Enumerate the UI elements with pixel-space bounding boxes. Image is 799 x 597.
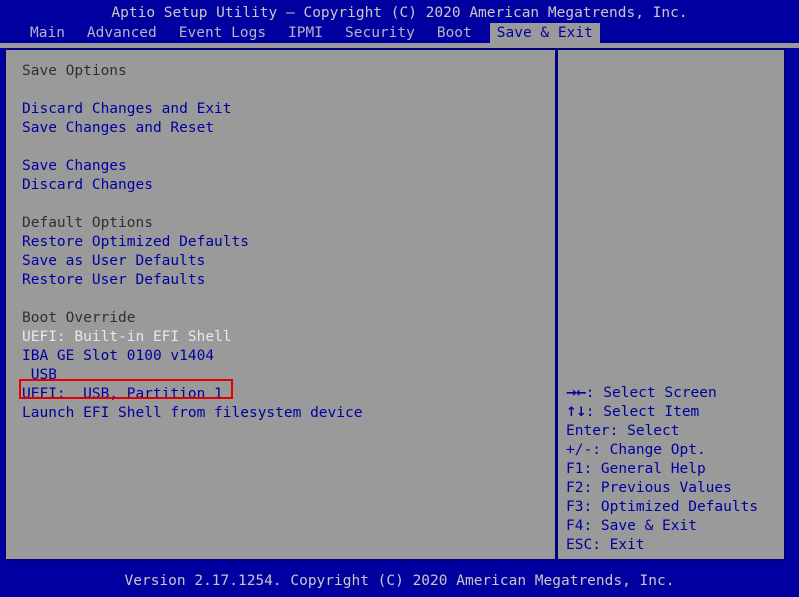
legend-label: : Select Screen [586,385,717,401]
section-header-default-options: Default Options [22,214,555,233]
list-spacer [22,138,555,157]
key-legend: →←: Select Screen↑↓: Select ItemEnter: S… [566,384,781,555]
footer-bar: Version 2.17.1254. Copyright (C) 2020 Am… [0,565,799,597]
content-frame: Save OptionsDiscard Changes and ExitSave… [4,48,786,561]
legend-label: +/-: Change Opt. [566,442,706,458]
tab-boot[interactable]: Boot [433,23,476,43]
legend-row-esc-exit: ESC: Exit [566,536,781,555]
menu-bar: Main Advanced Event Logs IPMI Security Boot Sa… [0,23,799,43]
menu-option-discard-changes[interactable]: Discard Changes [22,176,555,195]
section-header-save-options: Save Options [22,62,555,81]
page-title: Aptio Setup Utility – Copyright (C) 2020… [0,4,799,22]
legend-label: : Select Item [586,404,700,420]
menu-option-usb[interactable]: USB [22,366,555,385]
menu-option-save-changes[interactable]: Save Changes [22,157,555,176]
menu-option-save-changes-and-reset[interactable]: Save Changes and Reset [22,119,555,138]
legend-label: F1: General Help [566,461,706,477]
menu-option-uefi-usb-partition-1[interactable]: UEFI: USB, Partition 1 [22,385,555,404]
legend-row-enter-select: Enter: Select [566,422,781,441]
menu-option-restore-optimized-defaults[interactable]: Restore Optimized Defaults [22,233,555,252]
footer-version-text: Version 2.17.1254. Copyright (C) 2020 Am… [0,572,799,590]
legend-row-select-screen: →←: Select Screen [566,384,781,403]
arrow-keys-icon: →← [566,386,586,401]
tab-security[interactable]: Security [341,23,419,43]
help-pane: →←: Select Screen↑↓: Select ItemEnter: S… [558,50,784,559]
legend-row-f3-optimized-defaults: F3: Optimized Defaults [566,498,781,517]
menu-option-iba-ge-slot-0100-v1404[interactable]: IBA GE Slot 0100 v1404 [22,347,555,366]
legend-label: F2: Previous Values [566,480,732,496]
legend-row-f4-save-exit: F4: Save & Exit [566,517,781,536]
menu-option-uefi-built-in-efi-shell[interactable]: UEFI: Built-in EFI Shell [22,328,555,347]
legend-label: ESC: Exit [566,537,645,553]
tab-event-logs[interactable]: Event Logs [175,23,270,43]
legend-row-f1-general-help: F1: General Help [566,460,781,479]
list-spacer [22,81,555,100]
tab-advanced[interactable]: Advanced [83,23,161,43]
tab-main[interactable]: Main [26,23,69,43]
legend-label: F4: Save & Exit [566,518,697,534]
menu-option-launch-efi-shell-from-filesystem-device[interactable]: Launch EFI Shell from filesystem device [22,404,555,423]
bios-setup-screen: Aptio Setup Utility – Copyright (C) 2020… [0,0,799,597]
legend-row-f2-previous-values: F2: Previous Values [566,479,781,498]
menu-option-restore-user-defaults[interactable]: Restore User Defaults [22,271,555,290]
menu-option-save-as-user-defaults[interactable]: Save as User Defaults [22,252,555,271]
list-spacer [22,290,555,309]
arrow-keys-icon: ↑↓ [566,405,586,420]
tab-ipmi[interactable]: IPMI [284,23,327,43]
legend-label: F3: Optimized Defaults [566,499,758,515]
legend-label: Enter: Select [566,423,680,439]
menu-option-discard-changes-and-exit[interactable]: Discard Changes and Exit [22,100,555,119]
legend-row-change-opt: +/-: Change Opt. [566,441,781,460]
list-spacer [22,195,555,214]
settings-list: Save OptionsDiscard Changes and ExitSave… [6,50,555,559]
legend-row-select-item: ↑↓: Select Item [566,403,781,422]
tab-save-exit[interactable]: Save & Exit [490,23,600,43]
section-header-boot-override: Boot Override [22,309,555,328]
